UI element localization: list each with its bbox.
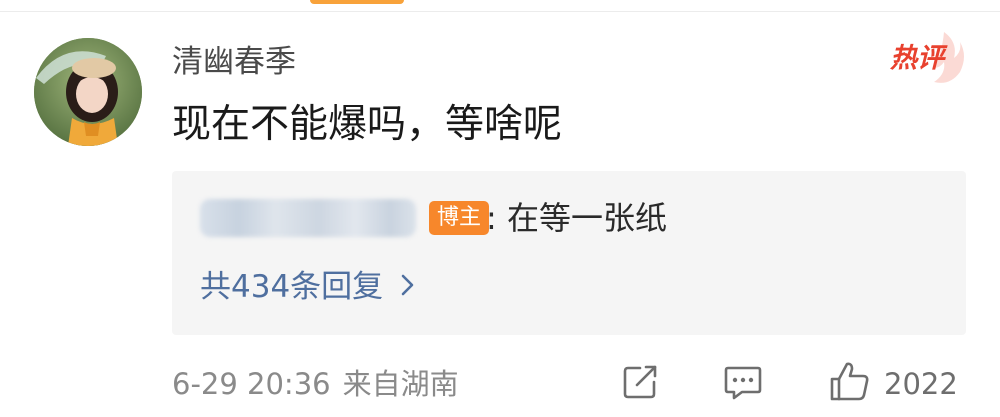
user-avatar[interactable] bbox=[34, 38, 142, 146]
comment-meta: 6-29 20:36 来自湖南 bbox=[172, 362, 459, 406]
blogger-badge: 博主 bbox=[429, 201, 490, 235]
share-button[interactable] bbox=[620, 362, 660, 406]
comment-text: 现在不能爆吗，等啥呢 bbox=[172, 102, 563, 147]
username[interactable]: 清幽春季 bbox=[172, 40, 296, 84]
top-divider bbox=[0, 11, 1000, 12]
view-replies-link[interactable]: 共434条回复 bbox=[200, 264, 415, 310]
chevron-right-icon bbox=[401, 264, 415, 310]
comment-date: 6-29 20:36 bbox=[172, 367, 331, 401]
tab-indicator bbox=[310, 0, 404, 4]
reply-text: : 在等一张纸 bbox=[486, 199, 667, 237]
thumbs-up-icon bbox=[828, 360, 872, 408]
like-button[interactable]: 2022 bbox=[828, 362, 958, 406]
comment-button[interactable] bbox=[722, 362, 764, 406]
comment-location: 来自湖南 bbox=[342, 367, 459, 401]
share-edit-icon bbox=[620, 362, 660, 406]
reply-author-name-blurred[interactable] bbox=[200, 199, 416, 237]
like-count: 2022 bbox=[884, 367, 958, 401]
comment-icon bbox=[722, 361, 764, 407]
hot-comment-badge: 热评 bbox=[886, 28, 966, 88]
reply-preview[interactable]: 博主 : 在等一张纸 共434条回复 bbox=[172, 171, 966, 335]
reply-count-label: 共434条回复 bbox=[200, 269, 384, 305]
hot-badge-label: 热评 bbox=[890, 43, 944, 74]
